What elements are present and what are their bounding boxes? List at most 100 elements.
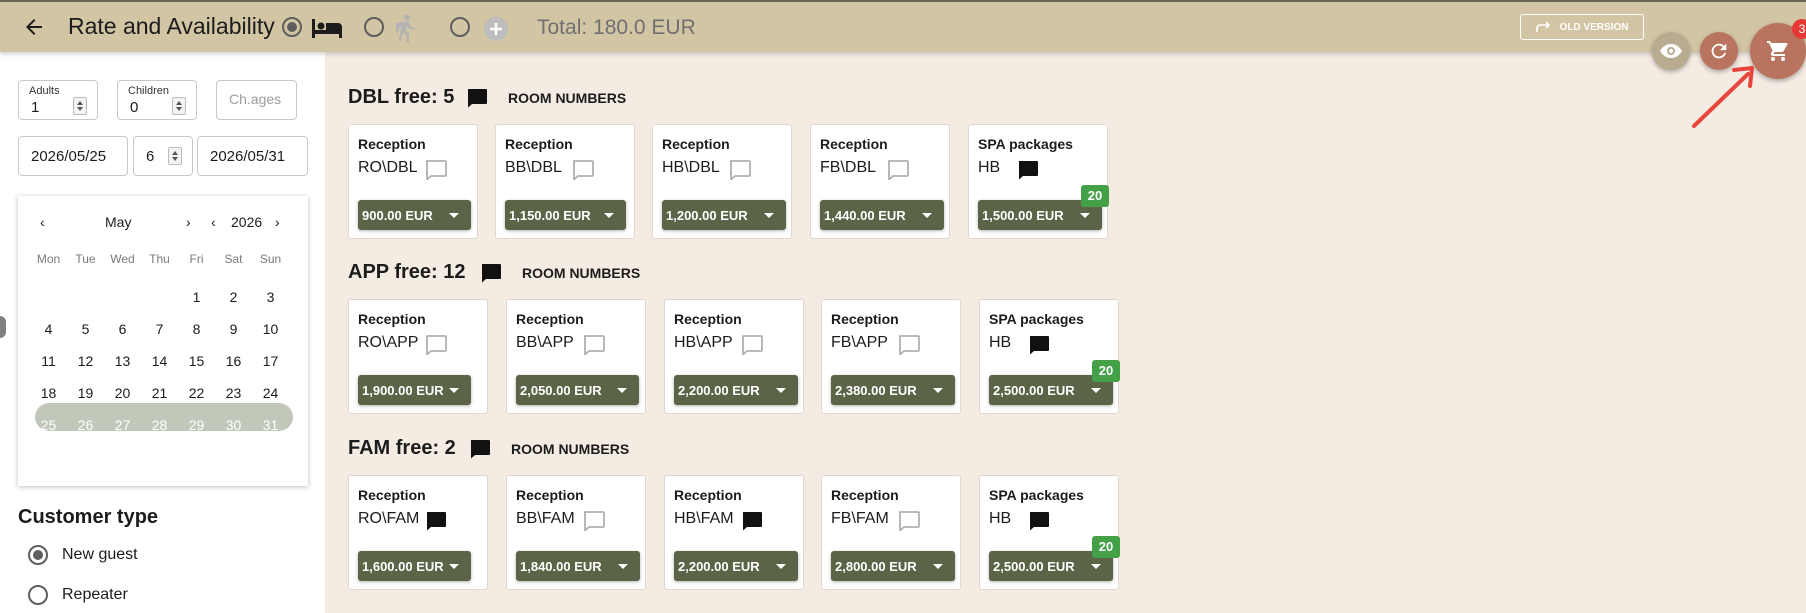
- rate-card[interactable]: Reception BB\APP 2,050.00 EUR: [506, 299, 646, 414]
- rate-card[interactable]: Reception RO\FAM 1,600.00 EUR: [348, 475, 488, 590]
- calendar-day[interactable]: 24: [252, 379, 289, 407]
- rate-comment-icon[interactable]: [741, 335, 763, 355]
- children-value[interactable]: 0: [130, 99, 138, 116]
- room-numbers-link[interactable]: ROOM NUMBERS: [522, 265, 640, 281]
- adults-value[interactable]: 1: [31, 99, 39, 116]
- rate-card[interactable]: Reception HB\FAM 2,200.00 EUR: [664, 475, 804, 590]
- rate-card[interactable]: Reception BB\DBL 1,150.00 EUR: [495, 124, 635, 239]
- room-type-comment-icon[interactable]: [466, 88, 488, 108]
- room-type-comment-icon[interactable]: [480, 263, 502, 283]
- price-dropdown-button[interactable]: 900.00 EUR: [358, 200, 471, 230]
- adults-stepper[interactable]: [73, 97, 87, 115]
- next-month-chevron-icon[interactable]: ›: [186, 214, 191, 230]
- price-dropdown-button[interactable]: 1,200.00 EUR: [662, 200, 786, 230]
- calendar-day[interactable]: 3: [252, 283, 289, 311]
- calendar-day[interactable]: 13: [104, 347, 141, 375]
- calendar-day[interactable]: 18: [30, 379, 67, 407]
- calendar-day[interactable]: 2: [215, 283, 252, 311]
- rate-card[interactable]: Reception HB\APP 2,200.00 EUR: [664, 299, 804, 414]
- children-stepper[interactable]: [172, 97, 186, 115]
- rate-card[interactable]: SPA packages HB 1,500.00 EUR 20: [968, 124, 1109, 239]
- rate-comment-icon[interactable]: [425, 160, 447, 180]
- calendar-day[interactable]: 11: [30, 347, 67, 375]
- rate-comment-icon[interactable]: [425, 335, 447, 355]
- calendar-year[interactable]: 2026: [231, 214, 262, 230]
- price-dropdown-button[interactable]: 1,150.00 EUR: [505, 200, 626, 230]
- rate-card[interactable]: Reception RO\DBL 900.00 EUR: [348, 124, 478, 239]
- preview-button[interactable]: [1652, 32, 1690, 70]
- back-arrow-icon[interactable]: [22, 15, 46, 39]
- mode-radio-add[interactable]: [450, 17, 470, 37]
- rate-card[interactable]: Reception FB\APP 2,380.00 EUR: [821, 299, 961, 414]
- children-field[interactable]: Children 0: [117, 80, 197, 120]
- mode-radio-walk[interactable]: [364, 17, 384, 37]
- rate-card[interactable]: Reception BB\FAM 1,840.00 EUR: [506, 475, 646, 590]
- nights-stepper[interactable]: [168, 147, 182, 165]
- calendar-day[interactable]: 26: [67, 411, 104, 439]
- date-to-field[interactable]: 2026/05/31: [197, 136, 308, 176]
- mode-radio-bed[interactable]: [282, 17, 302, 37]
- adults-field[interactable]: Adults 1: [18, 80, 98, 120]
- rate-comment-icon[interactable]: [898, 335, 920, 355]
- rate-card[interactable]: Reception RO\APP 1,900.00 EUR: [348, 299, 488, 414]
- calendar-day[interactable]: 30: [215, 411, 252, 439]
- new-guest-radio[interactable]: [28, 545, 48, 565]
- calendar-day[interactable]: 28: [141, 411, 178, 439]
- calendar-day[interactable]: 21: [141, 379, 178, 407]
- rate-comment-icon[interactable]: [729, 160, 751, 180]
- room-numbers-link[interactable]: ROOM NUMBERS: [511, 441, 629, 457]
- calendar-day[interactable]: 19: [67, 379, 104, 407]
- price-dropdown-button[interactable]: 2,200.00 EUR: [674, 551, 798, 581]
- calendar-day[interactable]: 4: [30, 315, 67, 343]
- price-dropdown-button[interactable]: 2,200.00 EUR: [674, 375, 798, 405]
- calendar-day[interactable]: 10: [252, 315, 289, 343]
- customer-type-new-guest[interactable]: New guest: [28, 545, 138, 565]
- calendar-day[interactable]: 29: [178, 411, 215, 439]
- nights-field[interactable]: 6: [133, 136, 193, 176]
- calendar-day[interactable]: 12: [67, 347, 104, 375]
- rate-comment-icon[interactable]: [425, 511, 447, 531]
- rate-comment-icon[interactable]: [1017, 160, 1039, 180]
- date-from-field[interactable]: 2026/05/25: [18, 136, 128, 176]
- calendar-day[interactable]: 25: [30, 410, 67, 440]
- price-dropdown-button[interactable]: 1,900.00 EUR: [358, 375, 471, 405]
- rate-comment-icon[interactable]: [1028, 335, 1050, 355]
- next-year-chevron-icon[interactable]: ›: [275, 214, 280, 230]
- prev-year-chevron-icon[interactable]: ‹: [211, 214, 216, 230]
- rate-comment-icon[interactable]: [898, 511, 920, 531]
- calendar-day[interactable]: 14: [141, 347, 178, 375]
- repeater-radio[interactable]: [28, 585, 48, 605]
- rate-comment-icon[interactable]: [887, 160, 909, 180]
- price-dropdown-button[interactable]: 1,440.00 EUR: [820, 200, 944, 230]
- calendar-day[interactable]: 9: [215, 315, 252, 343]
- rate-comment-icon[interactable]: [741, 511, 763, 531]
- customer-type-repeater[interactable]: Repeater: [28, 585, 128, 605]
- rate-comment-icon[interactable]: [572, 160, 594, 180]
- price-dropdown-button[interactable]: 2,800.00 EUR: [831, 551, 955, 581]
- rate-comment-icon[interactable]: [583, 335, 605, 355]
- rate-card[interactable]: Reception FB\FAM 2,800.00 EUR: [821, 475, 961, 590]
- calendar-month[interactable]: May: [105, 214, 131, 230]
- price-dropdown-button[interactable]: 2,050.00 EUR: [516, 375, 639, 405]
- rate-card[interactable]: Reception FB\DBL 1,440.00 EUR: [810, 124, 950, 239]
- rate-card[interactable]: SPA packages HB 2,500.00 EUR 20: [979, 299, 1120, 414]
- rate-card[interactable]: SPA packages HB 2,500.00 EUR 20: [979, 475, 1120, 590]
- old-version-button[interactable]: OLD VERSION: [1520, 14, 1644, 40]
- calendar-day[interactable]: 23: [215, 379, 252, 407]
- calendar-day[interactable]: 8: [178, 315, 215, 343]
- price-dropdown-button[interactable]: 1,840.00 EUR: [516, 551, 640, 581]
- calendar-day[interactable]: 1: [178, 283, 215, 311]
- calendar-day[interactable]: 7: [141, 315, 178, 343]
- calendar-day[interactable]: 5: [67, 315, 104, 343]
- calendar-day[interactable]: 27: [104, 411, 141, 439]
- room-numbers-link[interactable]: ROOM NUMBERS: [508, 90, 626, 106]
- rate-card[interactable]: Reception HB\DBL 1,200.00 EUR: [652, 124, 792, 239]
- prev-month-chevron-icon[interactable]: ‹: [40, 214, 45, 230]
- rate-comment-icon[interactable]: [583, 511, 605, 531]
- calendar-day[interactable]: 22: [178, 379, 215, 407]
- calendar-day[interactable]: 17: [252, 347, 289, 375]
- child-ages-field[interactable]: Ch.ages: [216, 80, 297, 120]
- price-dropdown-button[interactable]: 1,600.00 EUR: [358, 551, 471, 581]
- calendar-day[interactable]: 31: [252, 410, 289, 440]
- calendar-day[interactable]: 16: [215, 347, 252, 375]
